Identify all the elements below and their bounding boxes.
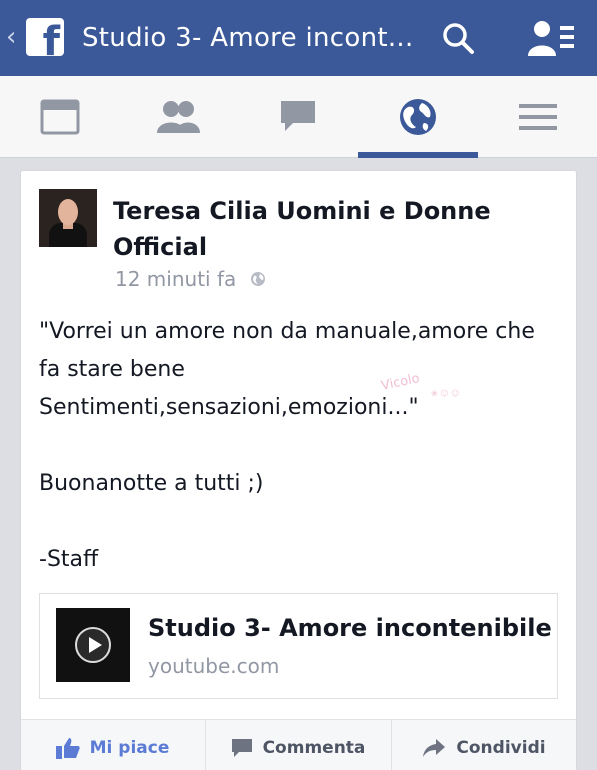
share-arrow-icon: [423, 739, 446, 757]
post-text: "Vorrei un amore non da manuale,amore ch…: [39, 319, 535, 572]
page-title: Studio 3- Amore incont...: [82, 23, 414, 53]
menu-icon: [519, 104, 557, 130]
post-author[interactable]: Teresa Cilia Uomini e Donne Official: [113, 193, 553, 265]
tab-friend-requests[interactable]: [138, 76, 218, 158]
tab-messages[interactable]: [258, 76, 338, 158]
post-meta: 12 minuti fa: [115, 267, 266, 291]
comment-icon: [231, 739, 252, 757]
tab-more[interactable]: [498, 76, 578, 158]
top-bar: ‹ f Studio 3- Amore incont...: [0, 0, 597, 76]
post-card: Teresa Cilia Uomini e Donne Official 12 …: [20, 170, 577, 770]
like-button[interactable]: Mi piace: [21, 720, 204, 770]
link-preview[interactable]: Studio 3- Amore incontenibile youtube.co…: [39, 593, 558, 699]
link-title[interactable]: Studio 3- Amore incontenibile: [148, 614, 552, 642]
thumbs-up-icon: [55, 738, 80, 759]
post-actions: Mi piace Commenta Condividi: [21, 719, 576, 770]
share-label: Condividi: [456, 738, 546, 758]
tab-news-feed[interactable]: [20, 76, 100, 158]
back-chevron-icon[interactable]: ‹: [6, 24, 16, 50]
watermark-logo: Vicolo ❀ ☺ ☺: [379, 371, 460, 398]
post-timestamp[interactable]: 12 minuti fa: [115, 267, 236, 291]
friends-list-icon[interactable]: [528, 18, 576, 58]
comment-button[interactable]: Commenta: [205, 720, 390, 770]
search-icon[interactable]: [440, 20, 476, 56]
video-thumbnail[interactable]: [56, 608, 130, 682]
play-icon: [75, 627, 111, 663]
tab-bar: [0, 76, 597, 158]
feed-icon: [40, 99, 80, 135]
globe-icon: [400, 99, 436, 135]
facebook-logo-icon[interactable]: f: [26, 18, 64, 56]
share-button[interactable]: Condividi: [391, 720, 576, 770]
link-domain: youtube.com: [148, 654, 280, 678]
avatar[interactable]: [39, 189, 97, 247]
like-label: Mi piace: [89, 738, 170, 758]
comment-label: Commenta: [262, 738, 366, 758]
chat-icon: [281, 101, 315, 131]
public-globe-icon: [251, 272, 266, 286]
friends-icon: [157, 101, 200, 133]
tab-notifications[interactable]: [358, 76, 478, 158]
